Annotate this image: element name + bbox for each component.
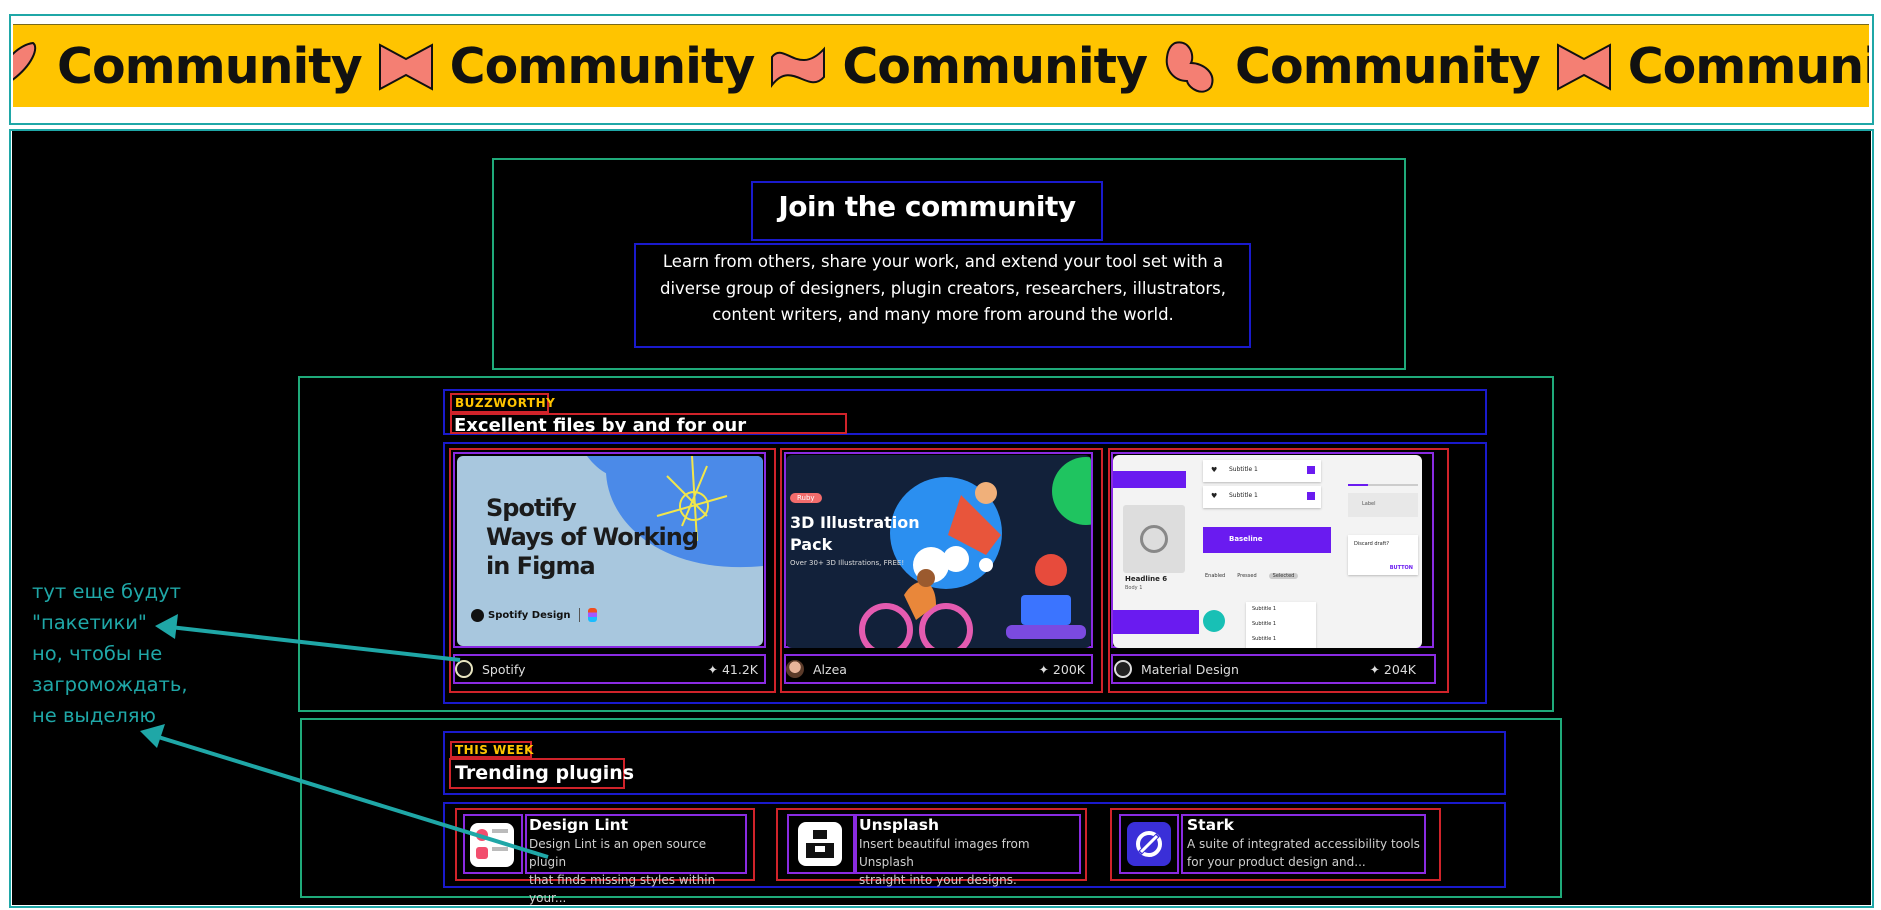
annotation-arrow [169,625,461,662]
annotation-arrows [140,614,549,859]
annotation-arrowhead [155,614,178,639]
annotation-arrow [154,734,549,859]
